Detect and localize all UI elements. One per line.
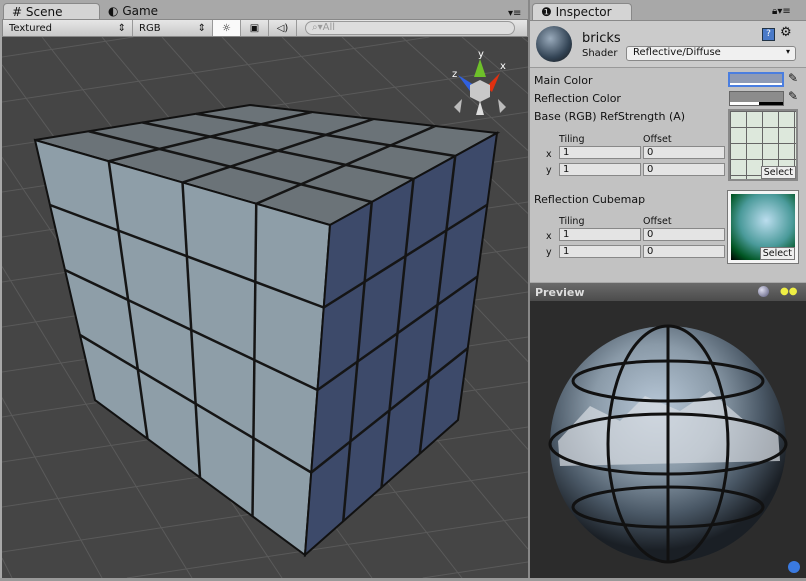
svg-text:z: z	[452, 69, 457, 80]
cubemap-offset-x[interactable]: 0	[643, 228, 725, 241]
base-offset-x[interactable]: 0	[643, 146, 725, 159]
render-mode-dropdown[interactable]: Textured ⇕	[3, 20, 133, 36]
main-color-swatch[interactable]	[728, 72, 784, 87]
grid-icon: #	[12, 5, 23, 19]
lock-icon[interactable]: 🔒︎▾≡	[772, 6, 791, 17]
preview-header: Preview ●●	[530, 283, 806, 301]
cubemap-tiling-y[interactable]: 1	[559, 245, 641, 258]
eyedropper-icon[interactable]: ✎	[788, 89, 798, 103]
preview-area[interactable]	[530, 301, 806, 578]
cubemap-offset-y[interactable]: 0	[643, 245, 725, 258]
svg-text:y: y	[478, 49, 484, 60]
sphere-mesh-icon[interactable]	[758, 286, 769, 297]
lights-icon[interactable]: ●●	[780, 286, 797, 297]
tab-game[interactable]: ◐ Game	[100, 3, 195, 20]
shader-dropdown[interactable]: Reflective/Diffuse ▾	[626, 46, 796, 61]
sun-icon[interactable]: ☼	[213, 20, 241, 36]
info-icon: ❶	[541, 5, 552, 19]
svg-text:x: x	[500, 61, 506, 72]
material-header: bricks Shader Reflective/Diffuse ▾ ? ⚙	[530, 21, 806, 68]
search-icon: ⌕▾	[312, 22, 323, 33]
gear-icon[interactable]: ⚙	[780, 25, 792, 40]
scene-toolbar: Textured ⇕ RGB ⇕ ☼ ▣ ◁) ⌕▾All	[2, 19, 528, 37]
select-button[interactable]: Select	[760, 166, 796, 179]
tab-inspector[interactable]: ❶ Inspector	[532, 3, 632, 20]
color-mode-dropdown[interactable]: RGB ⇕	[133, 20, 213, 36]
select-button[interactable]: Select	[759, 247, 795, 260]
base-tiling-x[interactable]: 1	[559, 146, 641, 159]
cubemap-tiling-x[interactable]: 1	[559, 228, 641, 241]
search-input[interactable]: ⌕▾All	[305, 21, 515, 35]
audio-icon[interactable]: ◁)	[269, 20, 297, 36]
inspector-panel: bricks Shader Reflective/Diffuse ▾ ? ⚙ Ma…	[530, 20, 806, 282]
material-name: bricks	[582, 31, 621, 46]
cubemap-texture-slot[interactable]: Select	[727, 190, 799, 264]
eyedropper-icon[interactable]: ✎	[788, 71, 798, 85]
panel-menu-icon[interactable]: ▾≡	[508, 8, 521, 19]
scene-viewport[interactable]: y x z	[2, 37, 528, 578]
base-offset-y[interactable]: 0	[643, 163, 725, 176]
pacman-icon: ◐	[108, 4, 119, 18]
image-icon[interactable]: ▣	[241, 20, 269, 36]
reflection-color-swatch[interactable]	[729, 91, 784, 106]
base-texture-slot[interactable]: Select	[728, 109, 798, 181]
material-thumbnail	[536, 26, 572, 62]
tab-scene[interactable]: # Scene	[3, 3, 100, 20]
add-icon[interactable]	[788, 561, 800, 573]
base-tiling-y[interactable]: 1	[559, 163, 641, 176]
help-icon[interactable]: ?	[762, 28, 775, 41]
